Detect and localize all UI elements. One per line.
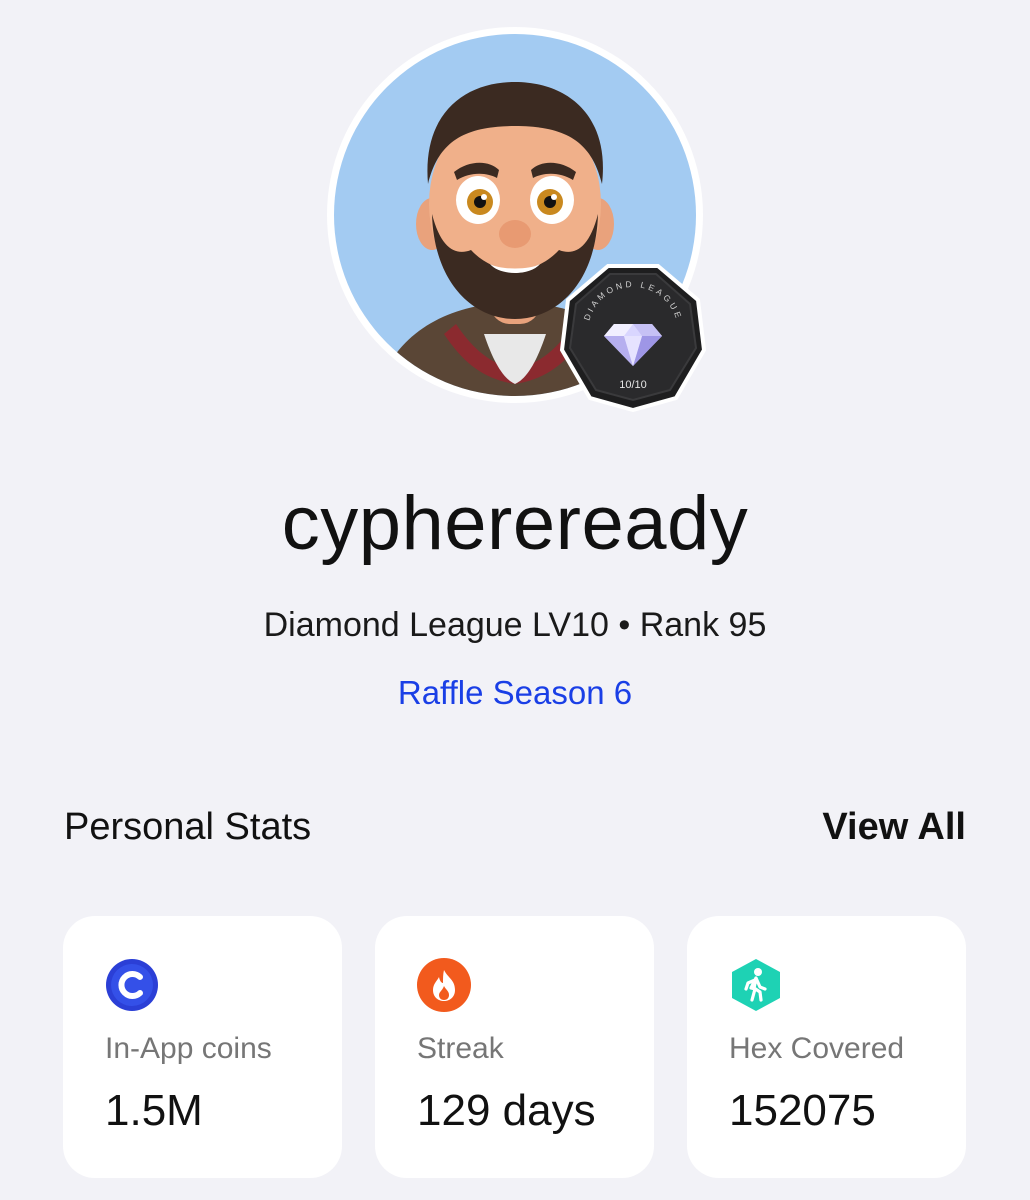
stat-card-streak[interactable]: Streak 129 days — [375, 916, 654, 1178]
stat-value: 1.5M — [105, 1086, 203, 1135]
stat-value: 152075 — [729, 1086, 876, 1135]
view-all-button[interactable]: View All — [822, 806, 966, 849]
stat-label: In-App coins — [105, 1032, 272, 1065]
stat-value: 129 days — [417, 1086, 596, 1135]
walking-hex-icon — [732, 959, 780, 1011]
diamond-league-badge[interactable]: 10/10 DIAMOND LEAGUE — [558, 262, 708, 413]
personal-stats-title: Personal Stats — [64, 806, 312, 848]
raffle-season-link[interactable]: Raffle Season 6 — [0, 674, 1030, 712]
stat-label: Streak — [417, 1032, 504, 1065]
league-rank-text: Diamond League LV10 • Rank 95 — [263, 606, 767, 644]
username: cyphereready — [281, 481, 749, 566]
fire-icon — [417, 958, 471, 1012]
coin-icon — [106, 959, 158, 1011]
badge-level-text: 10/10 — [619, 379, 647, 391]
stat-card-coins[interactable]: In-App coins 1.5M — [63, 916, 342, 1178]
stat-card-hex[interactable]: Hex Covered 152075 — [687, 916, 966, 1178]
stat-label: Hex Covered — [729, 1032, 905, 1065]
